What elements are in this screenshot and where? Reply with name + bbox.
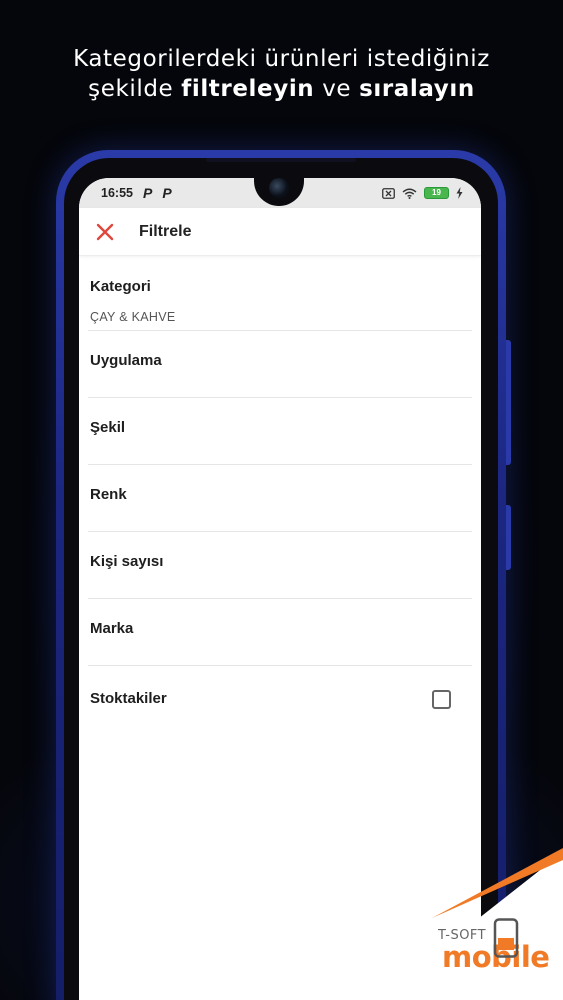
headline: Kategorilerdeki ürünleri istediğiniz şek… [0, 44, 563, 104]
in-stock-checkbox[interactable] [432, 690, 451, 709]
headline-line-2: şekilde filtreleyin ve sıralayın [0, 74, 563, 104]
filter-shape[interactable]: Şekil [88, 398, 472, 465]
filter-category[interactable]: Kategori ÇAY & KAHVE [88, 257, 472, 331]
filter-person-count[interactable]: Kişi sayısı [88, 532, 472, 599]
headline-line-1: Kategorilerdeki ürünleri istediğiniz [73, 46, 490, 72]
status-icons: 19 [382, 187, 463, 199]
status-time: 16:55 [101, 186, 133, 200]
sim-off-icon [382, 187, 395, 199]
close-button[interactable] [79, 208, 131, 256]
filter-in-stock: Stoktakiler [88, 666, 472, 733]
filter-brand[interactable]: Marka [88, 599, 472, 666]
filter-label: Renk [90, 486, 127, 503]
filter-color[interactable]: Renk [88, 465, 472, 532]
phone-screen: 16:55 P P 19 Filtrele Kategori ÇAY & KAH… [79, 178, 481, 1000]
filter-selected-value: ÇAY & KAHVE [90, 310, 176, 324]
filter-label: Şekil [90, 419, 126, 436]
tsoft-mobile-logo: T-SOFT mobile [438, 918, 556, 978]
charging-icon [456, 187, 463, 199]
filter-label: Marka [90, 620, 134, 637]
app-bar: Filtrele [79, 208, 481, 256]
headline-text: ve [314, 76, 360, 102]
headline-bold-filter: filtreleyin [181, 76, 315, 102]
front-camera [269, 178, 289, 198]
battery-icon: 19 [424, 187, 449, 199]
filter-list: Kategori ÇAY & KAHVE Uygulama Şekil Renk… [79, 257, 481, 733]
in-stock-label: Stoktakiler [90, 690, 167, 707]
headline-text: şekilde [88, 76, 182, 102]
page-title: Filtrele [139, 222, 192, 240]
phone-speaker [206, 158, 356, 162]
phone-logo-icon [493, 918, 519, 958]
filter-label: Kişi sayısı [90, 553, 164, 570]
phone-power-button [506, 505, 511, 570]
filter-label: Uygulama [90, 352, 162, 369]
wifi-icon [402, 188, 417, 199]
parking-notification-icon: P [162, 185, 172, 201]
headline-bold-sort: sıralayın [359, 76, 475, 102]
filter-label: Kategori [90, 278, 151, 295]
phone-volume-button [506, 340, 511, 465]
close-icon [96, 223, 114, 240]
filter-application[interactable]: Uygulama [88, 331, 472, 398]
parking-notification-icon: P [142, 185, 153, 201]
